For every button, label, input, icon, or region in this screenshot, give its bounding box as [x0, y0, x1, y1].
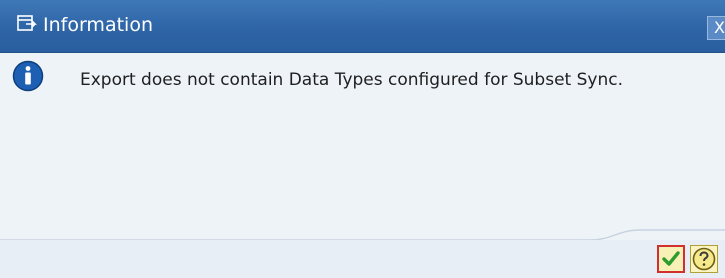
info-icon [12, 60, 44, 92]
titlebar[interactable]: Information X [0, 0, 725, 53]
dialog-footer [0, 240, 725, 278]
ok-button[interactable] [657, 245, 685, 273]
help-button[interactable] [690, 245, 718, 273]
dialog-title: Information [43, 14, 153, 36]
checkmark-icon [662, 251, 680, 266]
help-question-icon [692, 247, 716, 271]
window-menu-icon[interactable] [17, 15, 37, 33]
close-button[interactable]: X [707, 16, 725, 40]
message-text: Export does not contain Data Types confi… [80, 70, 623, 90]
information-dialog: Information X Export does not contain Da… [0, 0, 725, 278]
